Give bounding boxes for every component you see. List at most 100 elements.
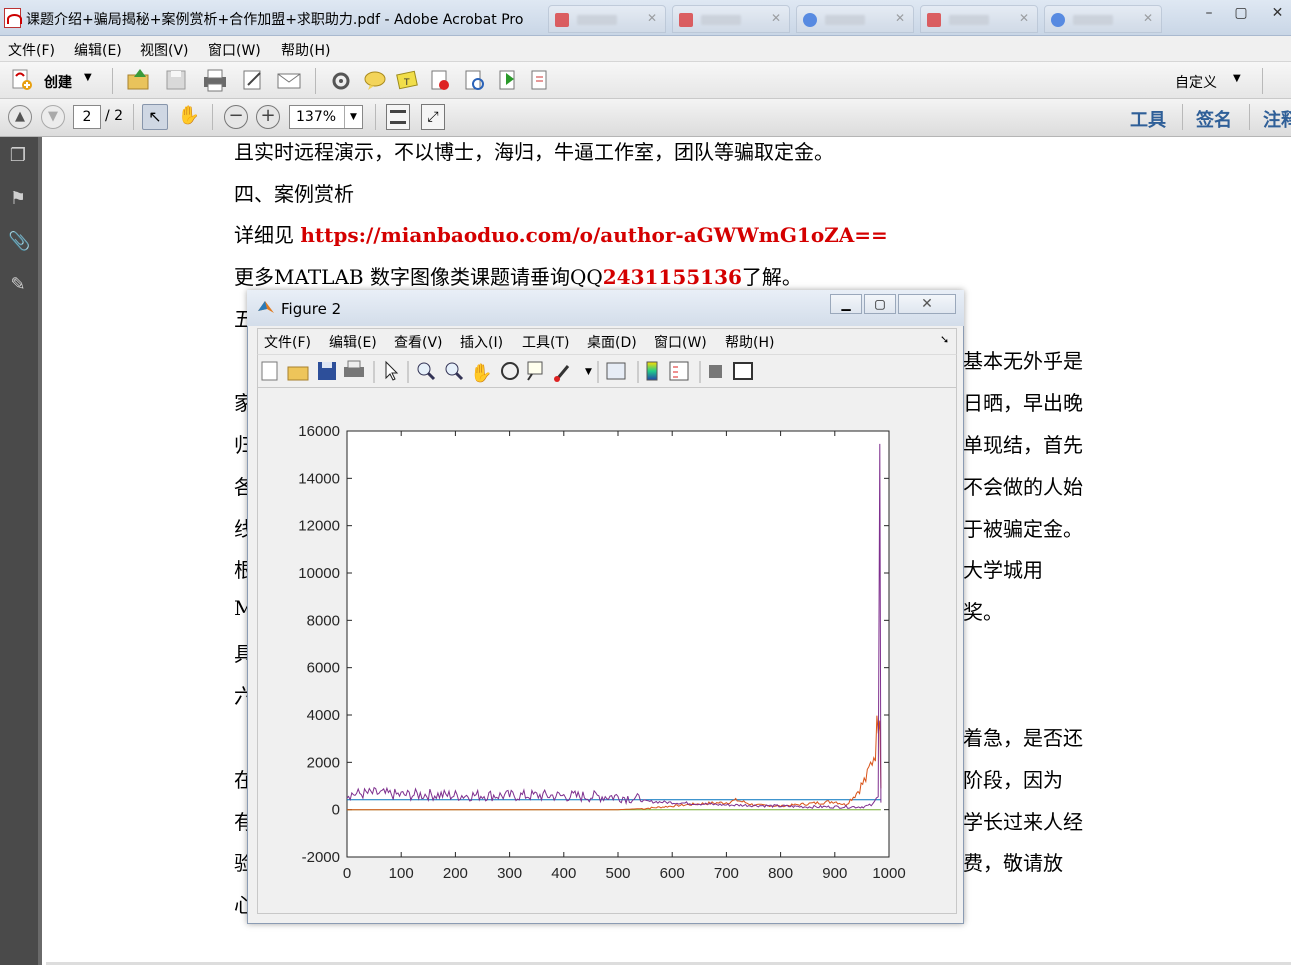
menubar xyxy=(0,36,1291,62)
menu-window[interactable]: 窗口(W) xyxy=(208,40,261,60)
browser-tab[interactable]: ✕ xyxy=(1044,5,1162,33)
menu-edit[interactable]: 编辑(E) xyxy=(74,40,122,60)
toolbar-separator xyxy=(133,104,134,130)
figure-menu-tools[interactable]: 工具(T) xyxy=(522,332,569,352)
rotate-icon xyxy=(501,362,519,380)
x-tick-label: 700 xyxy=(714,865,739,882)
svg-text:▼: ▼ xyxy=(585,367,592,377)
y-tick-label: 4000 xyxy=(307,707,340,724)
doc-fragment: 学长过来人经 xyxy=(963,810,1083,834)
menu-view[interactable]: 视图(V) xyxy=(140,40,189,60)
x-tick-label: 100 xyxy=(389,865,414,882)
figure-menu-desktop[interactable]: 桌面(D) xyxy=(587,332,637,352)
figure-menu-window[interactable]: 窗口(W) xyxy=(654,332,707,352)
comment-icon xyxy=(364,71,386,90)
create-icon[interactable] xyxy=(10,68,34,92)
doc-fragment: 不会做的人始 xyxy=(963,475,1083,499)
zoom-in-icon[interactable]: + xyxy=(256,105,280,129)
fit-page-icon[interactable] xyxy=(386,104,410,130)
figure-maximize-button[interactable]: ▢ xyxy=(864,294,896,314)
browser-tab[interactable]: ✕ xyxy=(672,5,790,33)
menu-help[interactable]: 帮助(H) xyxy=(281,40,330,60)
new-icon xyxy=(261,361,278,381)
doc-text: 了解。 xyxy=(741,265,802,289)
print-icon xyxy=(204,69,226,92)
link-icon xyxy=(606,362,626,380)
delete-page-icon xyxy=(431,70,449,90)
minimize-button[interactable]: – xyxy=(1194,3,1224,25)
signatures-icon[interactable]: ✎ xyxy=(8,274,28,296)
tools-pane-button[interactable]: 工具 xyxy=(1130,106,1166,132)
figure-dock-arrow-icon[interactable]: ➘ xyxy=(940,333,949,346)
figure-close-button[interactable]: ✕ xyxy=(898,294,956,314)
customize-menu[interactable]: 自定义 xyxy=(1175,72,1217,92)
figure-toolbar-icons: ✋ ▼ xyxy=(261,360,753,384)
doc-fragment: 日晒，早出晚 xyxy=(963,391,1083,415)
sign-pane-button[interactable]: 签名 xyxy=(1196,106,1232,132)
y-tick-label: 16000 xyxy=(298,423,340,440)
print-icon xyxy=(344,360,364,377)
y-tick-label: 14000 xyxy=(298,470,340,487)
zoom-in-icon xyxy=(417,362,436,381)
tab-close-icon[interactable]: ✕ xyxy=(1019,11,1029,25)
create-button[interactable]: 创建 xyxy=(44,72,72,92)
dock-icon xyxy=(733,362,753,380)
doc-fragment: 大学城用 xyxy=(963,558,1043,582)
create-dropdown-icon[interactable]: ▼ xyxy=(84,72,92,83)
toolbar-separator xyxy=(112,68,113,94)
hand-tool-icon[interactable]: ✋ xyxy=(177,104,201,130)
doc-fragment: 阶段，因为 xyxy=(963,768,1063,792)
y-tick-label: 0 xyxy=(332,802,340,819)
figure-menu-insert[interactable]: 插入(I) xyxy=(460,332,503,352)
page-number-input[interactable] xyxy=(73,105,101,129)
share-icon xyxy=(499,70,515,90)
page-thumbnails-icon[interactable]: ❐ xyxy=(8,145,28,167)
doc-line: 详细见 https://mianbaoduo.com/o/author-aGWW… xyxy=(234,219,888,248)
browser-tab[interactable]: ✕ xyxy=(920,5,1038,33)
line-chart[interactable]: 0 100 200 300 400 500 600 700 800 900 1000 -200002… xyxy=(257,388,957,914)
figure-minimize-button[interactable]: ▁ xyxy=(830,294,862,314)
doc-fragment: 单现结，首先 xyxy=(963,433,1083,457)
save-icon xyxy=(318,362,336,380)
next-page-icon[interactable]: ▼ xyxy=(41,105,65,129)
bookmarks-icon[interactable]: ⚑ xyxy=(8,188,28,210)
comment-pane-button[interactable]: 注释 xyxy=(1263,106,1291,132)
menu-file[interactable]: 文件(F) xyxy=(8,40,55,60)
browser-tab[interactable]: ✕ xyxy=(548,5,666,33)
zoom-value: 137% xyxy=(296,109,337,125)
tab-close-icon[interactable]: ✕ xyxy=(895,11,905,25)
attachments-icon[interactable]: 📎 xyxy=(8,231,30,253)
toolbar-separator xyxy=(315,68,316,94)
select-tool-icon[interactable]: ↖ xyxy=(142,104,168,130)
browser-tab[interactable]: ✕ xyxy=(796,5,914,33)
y-tick-label: 6000 xyxy=(307,660,340,677)
settings-icon xyxy=(332,72,350,90)
doc-qq-number: 2431155136 xyxy=(602,265,742,289)
fit-width-icon[interactable]: ⤢ xyxy=(421,104,445,130)
maximize-button[interactable]: ▢ xyxy=(1226,3,1256,25)
acrobat-app-icon xyxy=(4,8,22,28)
figure-menu-help[interactable]: 帮助(H) xyxy=(725,332,774,352)
figure-menu-file[interactable]: 文件(F) xyxy=(264,332,311,352)
svg-text:✋: ✋ xyxy=(470,362,492,384)
x-tick-label: 300 xyxy=(497,865,522,882)
tab-close-icon[interactable]: ✕ xyxy=(771,11,781,25)
customize-dropdown-icon[interactable]: ▼ xyxy=(1233,73,1241,84)
tab-close-icon[interactable]: ✕ xyxy=(1143,11,1153,25)
y-tick-label: -2000 xyxy=(302,849,340,866)
zoom-select[interactable]: 137% ▼ xyxy=(289,105,363,129)
save-icon xyxy=(166,70,186,90)
figure-menu-view[interactable]: 查看(V) xyxy=(394,332,443,352)
previous-page-icon[interactable]: ▲ xyxy=(8,105,32,129)
toolbar-separator xyxy=(1182,104,1183,130)
doc-fragment: 基本无外乎是 xyxy=(963,349,1083,373)
browser-tab-icon xyxy=(1051,13,1065,27)
doc-link[interactable]: https://mianbaoduo.com/o/author-aGWWmG1o… xyxy=(300,223,887,247)
tab-close-icon[interactable]: ✕ xyxy=(647,11,657,25)
close-button[interactable]: ✕ xyxy=(1264,3,1291,25)
zoom-dropdown-icon[interactable]: ▼ xyxy=(344,106,362,128)
zoom-out-icon[interactable]: − xyxy=(224,105,248,129)
x-tick-label: 500 xyxy=(605,865,630,882)
figure-menu-edit[interactable]: 编辑(E) xyxy=(329,332,377,352)
x-tick-label: 0 xyxy=(343,865,351,882)
